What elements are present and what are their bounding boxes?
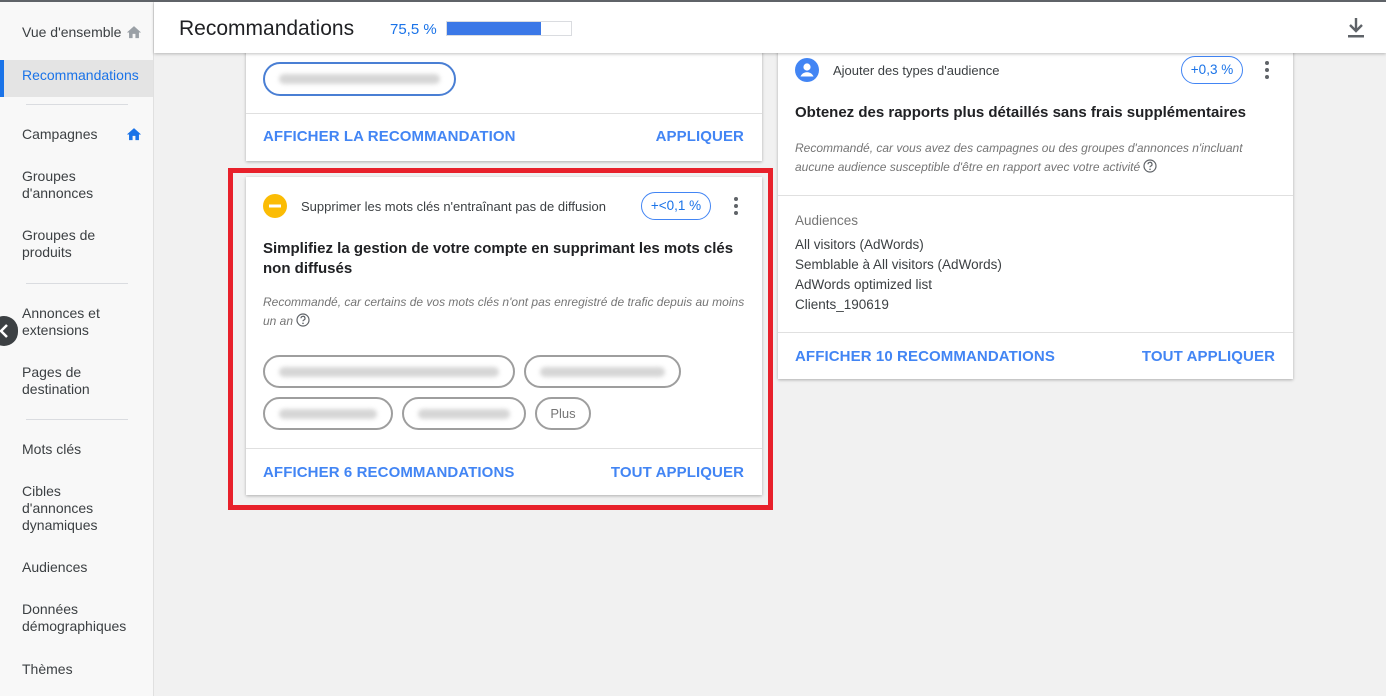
page-title: Recommandations xyxy=(179,17,355,40)
sidebar-item-dynamic-ad-targets[interactable]: Cibles d'annonces dynamiques xyxy=(0,483,153,534)
sidebar-item-label: Audiences xyxy=(22,559,88,575)
home-icon xyxy=(126,26,142,39)
sidebar-item-label: Données démographiques xyxy=(22,601,127,634)
keyword-chip[interactable] xyxy=(263,397,393,430)
card-type-label: Supprimer les mots clés n'entraînant pas… xyxy=(301,199,607,214)
sidebar-item-product-groups[interactable]: Groupes de produits xyxy=(0,227,153,261)
chevron-left-icon xyxy=(0,324,8,338)
impact-badge: +0,3 % xyxy=(1181,56,1243,84)
optimization-score: 75,5 % xyxy=(390,21,437,38)
sidebar-divider xyxy=(26,283,128,284)
recommendation-card-audience: Ajouter des types d'audience +0,3 % Obte… xyxy=(778,40,1293,379)
optimization-score-fill xyxy=(447,22,541,35)
card-title: Simplifiez la gestion de votre compte en… xyxy=(263,240,734,277)
recommendation-card-keywords: Supprimer les mots clés n'entraînant pas… xyxy=(246,177,762,495)
window-top-edge xyxy=(0,0,1386,2)
card-divider xyxy=(246,113,762,114)
sidebar-item-landing-pages[interactable]: Pages de destination xyxy=(0,364,153,398)
sidebar-item-label: Cibles d'annonces dynamiques xyxy=(22,483,98,533)
sidebar-item-demographics[interactable]: Données démographiques xyxy=(0,601,153,635)
sidebar-item-ad-groups[interactable]: Groupes d'annonces xyxy=(0,168,130,202)
sidebar-item-audiences[interactable]: Audiences xyxy=(0,559,153,576)
sidebar-item-label: Thèmes xyxy=(22,661,73,677)
sidebar-item-label: Recommandations xyxy=(22,67,139,83)
apply-all-button[interactable]: TOUT APPLIQUER xyxy=(611,464,744,481)
keyword-chip[interactable] xyxy=(402,397,526,430)
card-divider xyxy=(778,195,1293,196)
apply-all-button[interactable]: TOUT APPLIQUER xyxy=(1142,348,1275,365)
sidebar-item-label: Vue d'ensemble xyxy=(22,24,122,40)
audiences-label: Audiences xyxy=(795,213,859,228)
sidebar-divider xyxy=(26,104,128,105)
sidebar-item-topics[interactable]: Thèmes xyxy=(0,661,153,678)
audience-item: Clients_190619 xyxy=(795,297,889,312)
card-divider xyxy=(246,448,762,449)
home-icon xyxy=(126,128,142,141)
sidebar-item-label: Groupes d'annonces xyxy=(22,168,94,201)
sidebar-item-overview[interactable]: Vue d'ensemble xyxy=(0,24,153,41)
card-reason-text: Recommandé, car vous avez des campagnes … xyxy=(795,141,1243,174)
card-divider xyxy=(778,332,1293,333)
card-reason: Recommandé, car vous avez des campagnes … xyxy=(795,139,1280,177)
blurred-chip[interactable] xyxy=(263,62,456,96)
card-type-label: Ajouter des types d'audience xyxy=(833,63,1000,78)
view-recommendations-link[interactable]: AFFICHER 6 RECOMMANDATIONS xyxy=(263,464,514,481)
sidebar-item-label: Annonces et extensions xyxy=(22,305,100,338)
help-icon[interactable] xyxy=(296,313,310,327)
sidebar-item-campaigns[interactable]: Campagnes xyxy=(0,126,153,143)
sidebar-item-label: Campagnes xyxy=(22,126,98,142)
sidebar-item-label: Groupes de produits xyxy=(22,227,96,260)
remove-circle-icon xyxy=(263,194,287,218)
keyword-chip[interactable] xyxy=(263,355,515,388)
more-keywords-chip[interactable]: Plus xyxy=(535,397,591,430)
impact-badge: +<0,1 % xyxy=(641,192,711,220)
page-header: Recommandations 75,5 % xyxy=(154,2,1386,53)
sidebar-item-recommendations[interactable]: Recommandations xyxy=(0,60,153,97)
more-options-icon[interactable] xyxy=(1264,61,1270,79)
person-icon xyxy=(795,58,819,82)
card-reason: Recommandé, car certains de vos mots clé… xyxy=(263,293,748,331)
sidebar-nav: Vue d'ensemble Recommandations Campagnes… xyxy=(0,2,154,696)
audience-item: Semblable à All visitors (AdWords) xyxy=(795,257,1002,272)
audience-item: All visitors (AdWords) xyxy=(795,237,924,252)
sidebar-item-keywords[interactable]: Mots clés xyxy=(0,441,153,458)
sidebar-item-label: Pages de destination xyxy=(22,364,90,397)
keyword-chip[interactable] xyxy=(524,355,681,388)
audience-item: AdWords optimized list xyxy=(795,277,933,292)
help-icon[interactable] xyxy=(1143,159,1157,173)
sidebar-item-ads-extensions[interactable]: Annonces et extensions xyxy=(0,305,153,339)
sidebar-item-label: Mots clés xyxy=(22,441,82,457)
apply-button[interactable]: APPLIQUER xyxy=(656,128,744,145)
download-icon[interactable] xyxy=(1346,17,1366,39)
card-title: Obtenez des rapports plus détaillés sans… xyxy=(795,104,1246,121)
view-recommendation-link[interactable]: AFFICHER LA RECOMMANDATION xyxy=(263,128,516,145)
sidebar-divider xyxy=(26,419,128,420)
more-keywords-label: Plus xyxy=(550,406,576,421)
recommendation-card-top: AFFICHER LA RECOMMANDATION APPLIQUER xyxy=(246,40,762,161)
card-reason-text: Recommandé, car certains de vos mots clé… xyxy=(263,295,745,328)
view-recommendations-link[interactable]: AFFICHER 10 RECOMMANDATIONS xyxy=(795,348,1055,365)
more-options-icon[interactable] xyxy=(733,197,739,215)
optimization-score-bar xyxy=(446,21,572,36)
